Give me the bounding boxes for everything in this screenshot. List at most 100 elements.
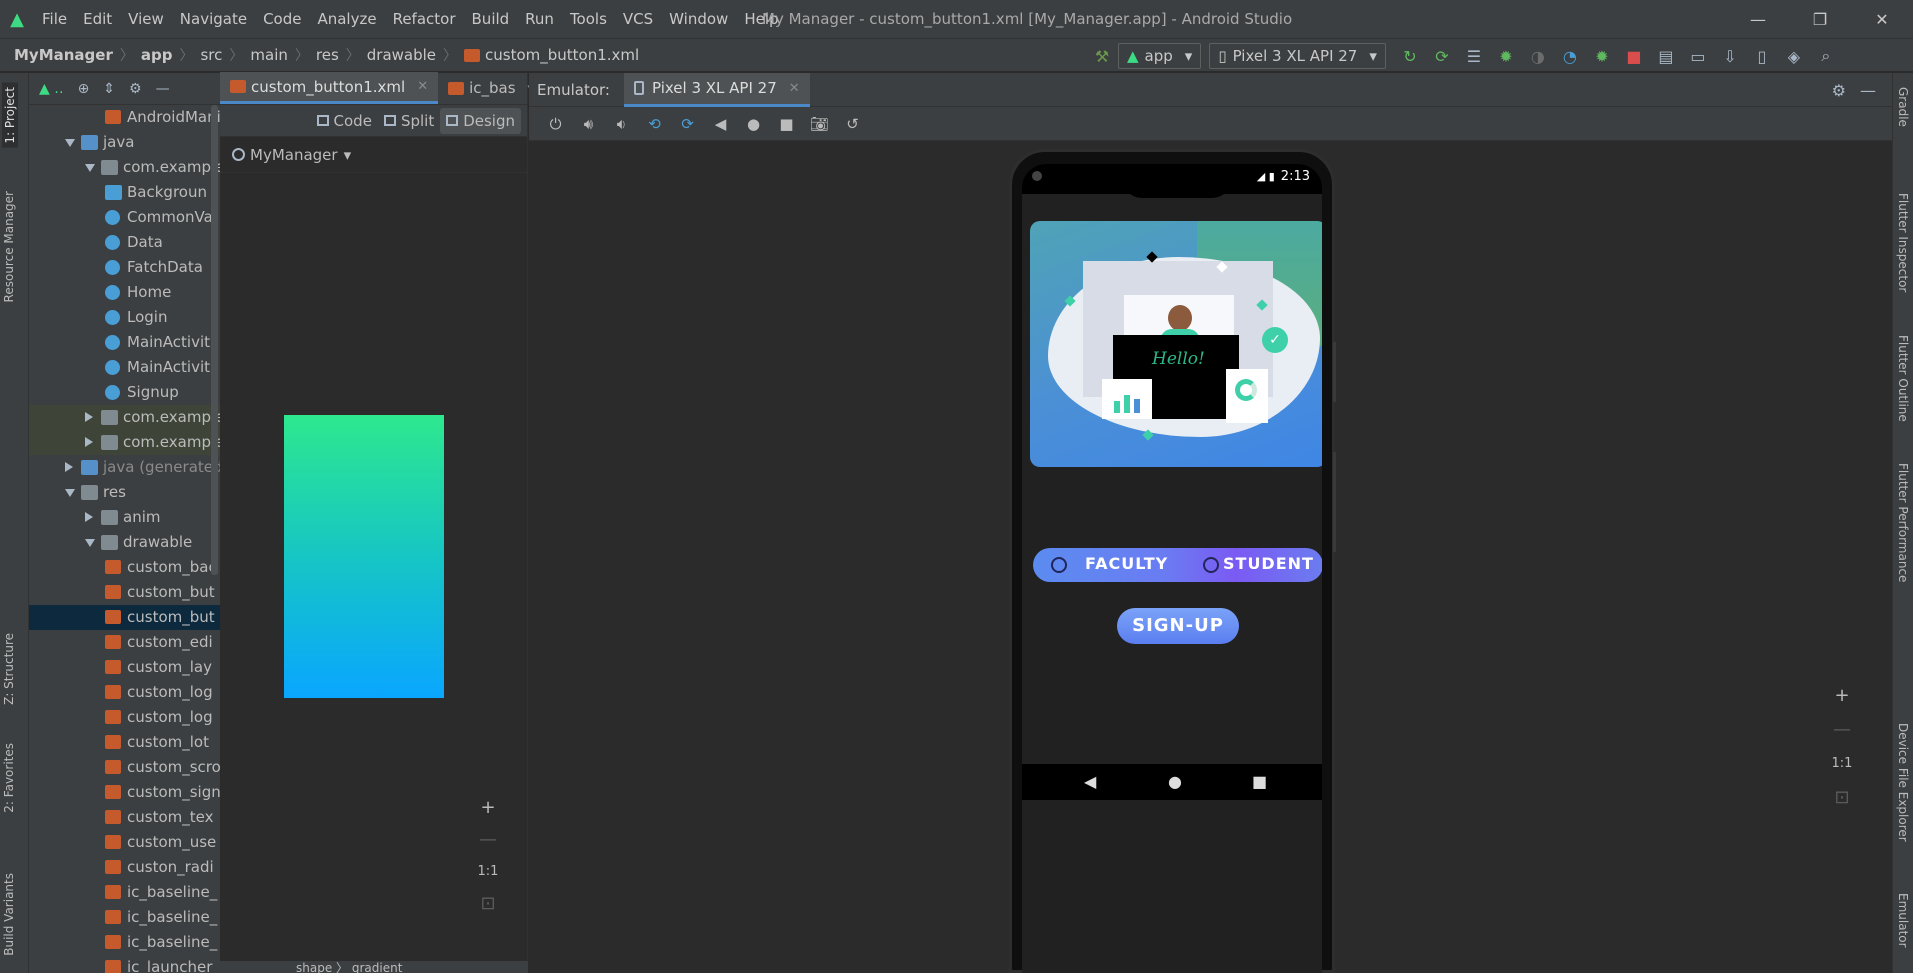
- device-select[interactable]: ▯ Pixel 3 XL API 27 ▾: [1209, 43, 1386, 69]
- screenshot-icon[interactable]: 📷︎: [803, 107, 836, 141]
- tab-resource-manager[interactable]: Resource Manager: [2, 191, 16, 302]
- tree-item[interactable]: com.example.m: [29, 155, 220, 180]
- home-icon[interactable]: ●: [737, 107, 770, 141]
- minimize-icon[interactable]: —: [1727, 0, 1789, 38]
- breadcrumb-main[interactable]: main: [250, 46, 287, 64]
- menu-analyze[interactable]: Analyze: [309, 0, 384, 38]
- tree-item[interactable]: MainActivit: [29, 330, 220, 355]
- zoom-in-icon[interactable]: +: [1828, 683, 1856, 707]
- tree-item[interactable]: ic_launcher_: [29, 955, 220, 973]
- breadcrumb-drawable[interactable]: drawable: [367, 46, 436, 64]
- expanded-arrow-icon[interactable]: [65, 139, 75, 147]
- mode-split-button[interactable]: Split: [378, 108, 440, 134]
- zoom-actual-size[interactable]: 1:1: [1828, 751, 1856, 775]
- layout-inspector-icon[interactable]: ▯: [1746, 39, 1778, 73]
- tree-item[interactable]: java: [29, 130, 220, 155]
- tab-flutter-inspector[interactable]: Flutter Inspector: [1896, 193, 1910, 292]
- menu-view[interactable]: View: [120, 0, 172, 38]
- tree-item[interactable]: custom_log: [29, 705, 220, 730]
- tab-favorites[interactable]: 2: Favorites: [2, 743, 16, 813]
- tree-item[interactable]: custom_use: [29, 830, 220, 855]
- tree-item[interactable]: FatchData: [29, 255, 220, 280]
- tab-custom-button1[interactable]: custom_button1.xml ✕: [220, 72, 439, 104]
- menu-vcs[interactable]: VCS: [615, 0, 661, 38]
- apply-changes-icon[interactable]: ↻: [1394, 39, 1426, 73]
- avd-manager-icon[interactable]: ▭: [1682, 39, 1714, 73]
- collapsed-arrow-icon[interactable]: [85, 512, 93, 522]
- zoom-out-icon[interactable]: —: [474, 827, 502, 851]
- theme-select[interactable]: MyManager ▾: [220, 137, 527, 173]
- phone-screen[interactable]: ◢ ▮ 2:13 Hello! ✓ FACULTY STUDENT SIGN-U…: [1022, 164, 1322, 973]
- close-tab-icon[interactable]: ✕: [789, 81, 800, 96]
- signup-button[interactable]: SIGN-UP: [1117, 608, 1239, 644]
- tree-item[interactable]: custom_tex: [29, 805, 220, 830]
- tree-item[interactable]: Signup: [29, 380, 220, 405]
- menu-refactor[interactable]: Refactor: [385, 0, 464, 38]
- zoom-out-icon[interactable]: —: [1828, 717, 1856, 741]
- tree-item[interactable]: custom_scro: [29, 755, 220, 780]
- back-icon[interactable]: ◀: [704, 107, 737, 141]
- stop-icon[interactable]: ■: [1618, 39, 1650, 73]
- tree-item[interactable]: MainActivit: [29, 355, 220, 380]
- hide-icon[interactable]: —: [156, 81, 170, 97]
- collapsed-arrow-icon[interactable]: [85, 437, 93, 447]
- tree-item[interactable]: com.example.m: [29, 430, 220, 455]
- faculty-radio[interactable]: [1051, 557, 1067, 573]
- menu-build[interactable]: Build: [464, 0, 518, 38]
- attach-debugger-icon[interactable]: ◑: [1522, 39, 1554, 73]
- faculty-label[interactable]: FACULTY: [1085, 554, 1168, 573]
- tree-item[interactable]: drawable: [29, 530, 220, 555]
- nav-recents-icon[interactable]: ■: [1252, 772, 1267, 791]
- nav-home-icon[interactable]: ●: [1168, 772, 1182, 791]
- close-icon[interactable]: ✕: [1851, 0, 1913, 38]
- expanded-arrow-icon[interactable]: [85, 539, 95, 547]
- search-icon[interactable]: ⌕: [1810, 39, 1842, 73]
- zoom-actual-size[interactable]: 1:1: [474, 859, 502, 883]
- collapsed-arrow-icon[interactable]: [65, 462, 73, 472]
- tree-item[interactable]: custom_lay: [29, 655, 220, 680]
- tree-item[interactable]: custon_radi: [29, 855, 220, 880]
- menu-tools[interactable]: Tools: [562, 0, 615, 38]
- student-radio[interactable]: [1203, 557, 1219, 573]
- debugger-attach-icon[interactable]: ✹: [1586, 39, 1618, 73]
- collapsed-arrow-icon[interactable]: [85, 412, 93, 422]
- tree-item[interactable]: Backgroun: [29, 180, 220, 205]
- tree-item[interactable]: ic_baseline_: [29, 930, 220, 955]
- menu-run[interactable]: Run: [517, 0, 562, 38]
- tab-flutter-performance[interactable]: Flutter Performance: [1896, 463, 1910, 582]
- emulator-device-tab[interactable]: Pixel 3 XL API 27 ✕: [623, 72, 810, 107]
- tree-item[interactable]: custom_bac: [29, 555, 220, 580]
- breadcrumb-module[interactable]: app: [141, 46, 173, 64]
- run-config-select[interactable]: ▲ app ▾: [1118, 43, 1202, 69]
- breadcrumb-file[interactable]: custom_button1.xml: [485, 46, 639, 64]
- zoom-fit-icon[interactable]: ⊡: [1828, 785, 1856, 809]
- power-icon[interactable]: ⏻: [539, 107, 572, 141]
- menu-code[interactable]: Code: [255, 0, 309, 38]
- breadcrumb-src[interactable]: src: [200, 46, 222, 64]
- tree-item[interactable]: res: [29, 480, 220, 505]
- android-view-icon[interactable]: ▲ ‥: [39, 81, 64, 97]
- tab-flutter-outline[interactable]: Flutter Outline: [1896, 335, 1910, 422]
- hide-icon[interactable]: —: [1860, 81, 1876, 100]
- menu-edit[interactable]: Edit: [75, 0, 120, 38]
- nav-back-icon[interactable]: ◀: [1084, 772, 1096, 791]
- tree-item[interactable]: custom_lot: [29, 730, 220, 755]
- tab-structure[interactable]: Z: Structure: [2, 633, 16, 705]
- snapshot-icon[interactable]: ↺: [836, 107, 869, 141]
- expanded-arrow-icon[interactable]: [65, 489, 75, 497]
- breadcrumb-project[interactable]: MyManager: [14, 46, 113, 64]
- volume-down-icon[interactable]: 🔉︎: [605, 107, 638, 141]
- student-label[interactable]: STUDENT: [1223, 554, 1314, 573]
- tree-item[interactable]: custom_log: [29, 680, 220, 705]
- tree-item[interactable]: ic_baseline_: [29, 905, 220, 930]
- overview-icon[interactable]: ■: [770, 107, 803, 141]
- menu-navigate[interactable]: Navigate: [172, 0, 255, 38]
- apply-code-changes-icon[interactable]: ⟳: [1426, 39, 1458, 73]
- rotate-right-icon[interactable]: ⟳: [671, 107, 704, 141]
- tab-gradle[interactable]: Gradle: [1896, 87, 1910, 127]
- sdk-manager-icon[interactable]: ⇩: [1714, 39, 1746, 73]
- make-project-icon[interactable]: ⚒: [1086, 39, 1118, 73]
- mode-code-button[interactable]: Code: [311, 108, 378, 134]
- tree-item[interactable]: ic_baseline_: [29, 880, 220, 905]
- tree-item[interactable]: Home: [29, 280, 220, 305]
